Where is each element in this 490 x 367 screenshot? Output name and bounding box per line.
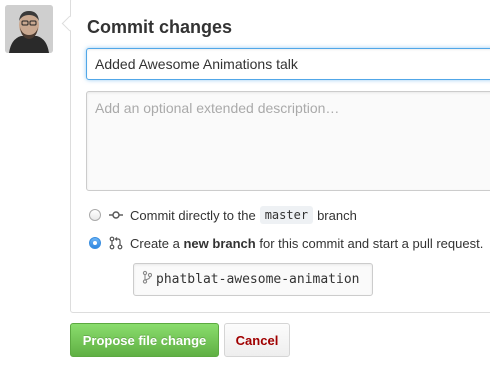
commit-direct-radio[interactable] bbox=[89, 209, 101, 221]
cancel-button[interactable]: Cancel bbox=[224, 323, 290, 357]
git-commit-icon bbox=[109, 208, 123, 222]
commit-summary-input[interactable] bbox=[86, 48, 490, 80]
new-branch-label-suffix: for this commit and start a pull request… bbox=[255, 235, 484, 251]
commit-heading: Commit changes bbox=[87, 17, 233, 37]
git-branch-icon bbox=[142, 270, 153, 289]
new-branch-name-input[interactable] bbox=[152, 272, 366, 287]
new-branch-option[interactable]: Create a new branch for this commit and … bbox=[89, 234, 483, 252]
base-branch-name: master bbox=[259, 206, 314, 224]
new-branch-radio[interactable] bbox=[89, 237, 101, 249]
new-branch-label-bold: new branch bbox=[183, 235, 256, 251]
commit-description-input[interactable] bbox=[86, 91, 490, 191]
user-avatar bbox=[5, 5, 53, 53]
commit-direct-option[interactable]: Commit directly to the master branch bbox=[89, 206, 357, 224]
new-branch-name-field[interactable] bbox=[133, 263, 373, 296]
propose-file-change-button[interactable]: Propose file change bbox=[70, 323, 219, 357]
commit-direct-label: Commit directly to the bbox=[130, 207, 256, 223]
new-branch-label-prefix: Create a bbox=[130, 235, 184, 251]
git-pull-request-icon bbox=[109, 236, 123, 250]
commit-direct-label-suffix: branch bbox=[317, 207, 357, 223]
